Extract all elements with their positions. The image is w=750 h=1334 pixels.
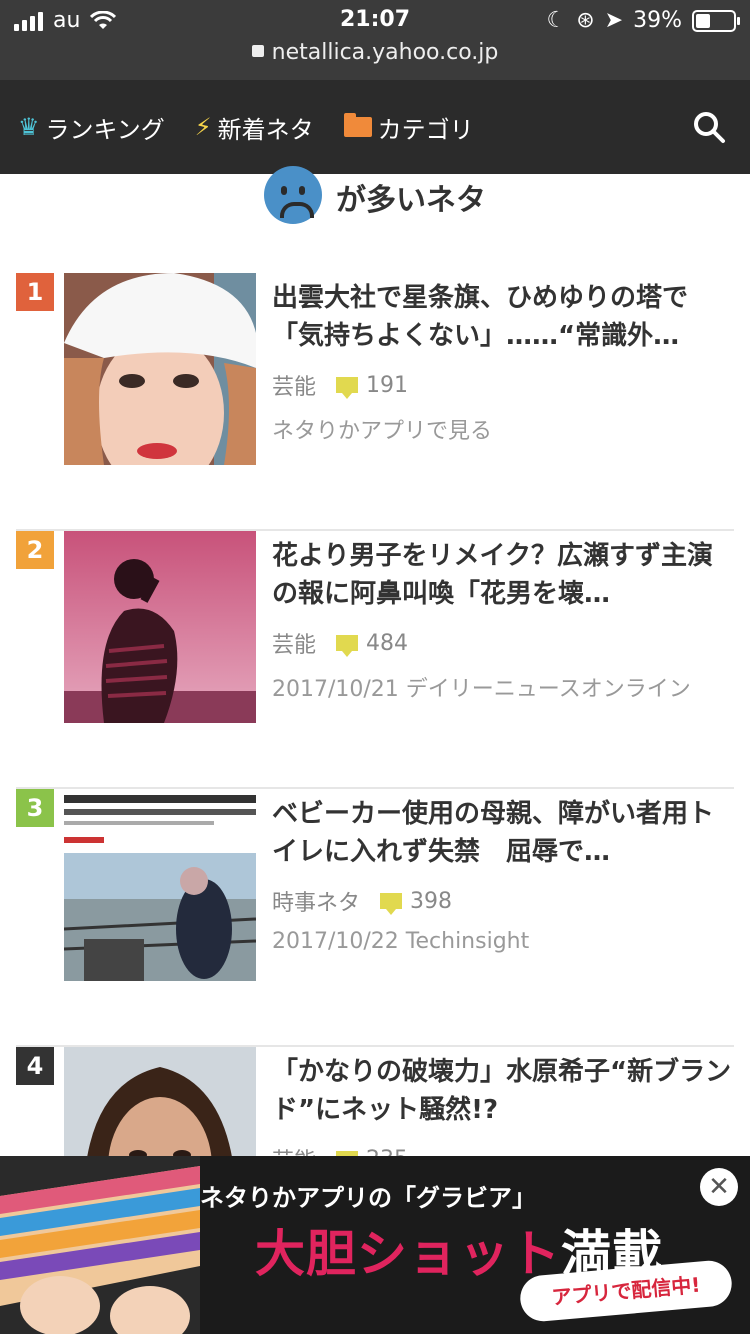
folder-icon	[343, 113, 372, 137]
item-meta: 花より男子をリメイク？広瀬すず主演の報に阿鼻叫喚「花男を壊… 芸能 484 20…	[272, 537, 734, 703]
item-title[interactable]: 花より男子をリメイク？広瀬すず主演の報に阿鼻叫喚「花男を壊…	[272, 537, 734, 613]
nav-ranking-label: ランキング	[45, 115, 165, 144]
nav-new-label: 新着ネタ	[217, 115, 314, 144]
item-title[interactable]: ベビーカー使用の母親、障がい者用トイレに入れず失禁 屈辱で…	[272, 795, 734, 871]
battery-icon	[692, 9, 740, 32]
item-source[interactable]: ネタりかアプリで見る	[272, 413, 734, 445]
section-title: が多いネタ	[336, 183, 486, 218]
section-heading: が多いネタ	[0, 166, 750, 234]
thumbnail[interactable]	[64, 531, 256, 723]
rotation-lock-icon: ⊛	[576, 8, 595, 33]
close-icon[interactable]: ✕	[700, 1168, 738, 1206]
status-bar: au 21:07 ☾ ⊛ ➤ 39% netallica.yahoo.co.jp	[0, 0, 750, 80]
list-item[interactable]: 1 出雲大社で星条旗、ひめゆりの塔で「気持ちよくない」……“常識外… 芸能 19…	[16, 273, 734, 531]
comment-count: 484	[366, 630, 409, 656]
status-right: ☾ ⊛ ➤ 39%	[546, 8, 740, 33]
search-icon[interactable]	[692, 110, 726, 144]
url-text: netallica.yahoo.co.jp	[271, 40, 499, 65]
comment-icon	[336, 377, 359, 399]
sad-face-icon	[264, 166, 322, 224]
item-title[interactable]: 出雲大社で星条旗、ひめゆりの塔で「気持ちよくない」……“常識外…	[272, 279, 734, 355]
item-stats: 時事ネタ 398	[272, 885, 734, 917]
battery-percent: 39%	[633, 8, 682, 33]
comment-icon	[336, 635, 359, 657]
rank-badge: 2	[16, 531, 54, 569]
item-stats: 芸能 191	[272, 369, 734, 401]
nav-ranking[interactable]: ♛ ランキング	[18, 110, 165, 145]
top-nav: ♛ ランキング ⚡ 新着ネタ カテゴリ	[0, 80, 750, 174]
list-item[interactable]: 3 ベビーカー使用の母親、障がい者用トイレに入れず失禁 屈辱で… 時事ネタ 39…	[16, 789, 734, 1047]
comment-count: 191	[366, 372, 409, 398]
item-source[interactable]: 2017/10/21 デイリーニュースオンライン	[272, 671, 734, 703]
item-source[interactable]: 2017/10/22 Techinsight	[272, 929, 734, 954]
rank-badge: 3	[16, 789, 54, 827]
category-label[interactable]: 芸能	[272, 627, 316, 659]
ad-banner[interactable]: ネタりかアプリの「グラビア」 大胆ショット満載 アプリで配信中! ✕	[0, 1156, 750, 1334]
nav-category[interactable]: カテゴリ	[343, 110, 474, 145]
ad-main-red: 大胆ショット	[255, 1225, 561, 1283]
item-meta: 出雲大社で星条旗、ひめゆりの塔で「気持ちよくない」……“常識外… 芸能 191 …	[272, 279, 734, 445]
ad-image	[0, 1156, 200, 1334]
nav-new[interactable]: ⚡ 新着ネタ	[195, 110, 314, 145]
item-meta: ベビーカー使用の母親、障がい者用トイレに入れず失禁 屈辱で… 時事ネタ 398 …	[272, 795, 734, 954]
thumbnail[interactable]	[64, 789, 256, 981]
crown-icon: ♛	[18, 113, 40, 141]
lock-icon	[251, 45, 264, 57]
rank-badge: 1	[16, 273, 54, 311]
rank-badge: 4	[16, 1047, 54, 1085]
comment-icon	[380, 893, 403, 915]
url-bar[interactable]: netallica.yahoo.co.jp	[0, 40, 750, 65]
moon-icon: ☾	[546, 8, 567, 33]
item-title[interactable]: 「かなりの破壊力」水原希子“新ブランド”にネット騒然!?	[272, 1053, 734, 1129]
comment-count: 398	[410, 888, 453, 914]
list-item[interactable]: 2 花より男子をリメイク？広瀬すず主演の報に阿鼻叫喚「花男を壊… 芸能 484 …	[16, 531, 734, 789]
category-label[interactable]: 芸能	[272, 369, 316, 401]
ad-headline: ネタりかアプリの「グラビア」	[200, 1184, 536, 1212]
location-icon: ➤	[604, 8, 624, 33]
item-stats: 芸能 484	[272, 627, 734, 659]
lightning-icon: ⚡	[194, 113, 212, 141]
nav-category-label: カテゴリ	[377, 115, 474, 144]
category-label[interactable]: 時事ネタ	[272, 885, 360, 917]
thumbnail[interactable]	[64, 273, 256, 465]
